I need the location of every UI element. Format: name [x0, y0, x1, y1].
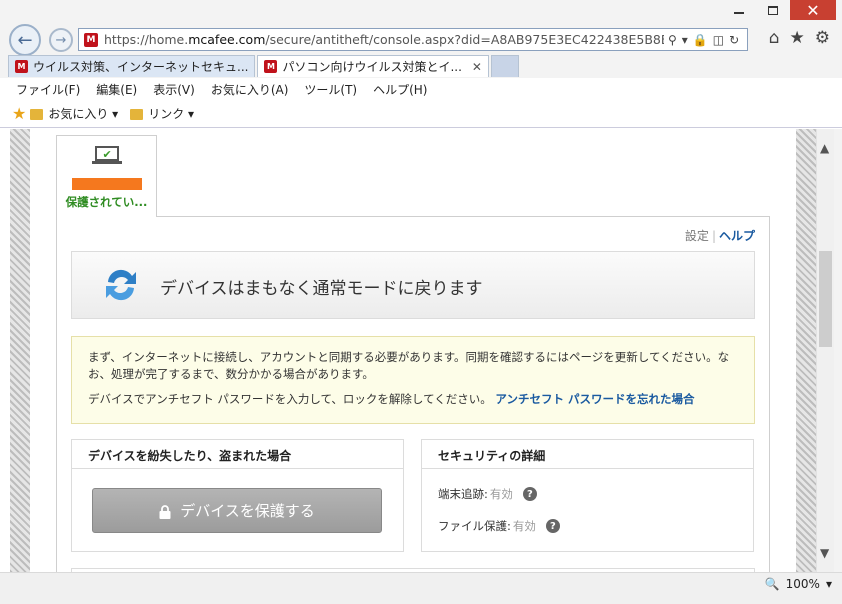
favorites-star-icon[interactable]: ★: [790, 28, 805, 48]
zoom-level: 100%: [785, 577, 820, 591]
notice-text-1: まず、インターネットに接続し、アカウントと同期する必要があります。同期を確認する…: [88, 350, 730, 381]
status-banner: デバイスはまもなく通常モードに戻ります: [71, 251, 755, 319]
favorites-bar: ★ お気に入り ▾ リンク ▾: [0, 100, 842, 128]
tab-2[interactable]: M パソコン向けウイルス対策とイ... ✕: [257, 55, 489, 77]
file-protect-label: ファイル保護:: [438, 519, 511, 533]
settings-link[interactable]: 設定: [685, 229, 709, 243]
menu-favorites[interactable]: お気に入り(A): [211, 81, 289, 98]
url-text[interactable]: https://home.mcafee.com/secure/antitheft…: [104, 32, 664, 47]
page-background-right: [796, 129, 816, 572]
tab-1[interactable]: M ウイルス対策、インターネットセキュ...: [8, 55, 256, 77]
home-icon[interactable]: ⌂: [769, 28, 780, 48]
chevron-down-icon: ▾: [825, 577, 832, 591]
device-name-redacted: [71, 178, 142, 190]
panel-links: 設定 | ヘルプ: [684, 229, 755, 243]
compat-view-icon[interactable]: ◫: [713, 33, 724, 47]
refresh-icon[interactable]: ↻: [729, 33, 739, 47]
file-protect-value: 有効: [512, 519, 536, 533]
close-window-button[interactable]: ✕: [790, 0, 836, 20]
device-tab[interactable]: ✔ 保護されてい...: [56, 135, 157, 217]
forward-button[interactable]: →: [49, 28, 73, 52]
antitheft-console: ✔ 保護されてい... 設定 | ヘルプ デバイスはまもなく通常モードに戻ります ま…: [30, 129, 796, 572]
new-tab-button[interactable]: [490, 55, 519, 77]
help-link[interactable]: ヘルプ: [719, 229, 755, 243]
close-tab-icon[interactable]: ✕: [472, 60, 482, 74]
scroll-thumb[interactable]: [819, 251, 832, 347]
vertical-scrollbar[interactable]: ▲ ▼: [816, 129, 834, 572]
address-bar[interactable]: M https://home.mcafee.com/secure/antithe…: [78, 28, 748, 51]
mcafee-site-icon: M: [84, 32, 98, 47]
zoom-control[interactable]: 🔍 100% ▾: [765, 577, 832, 591]
notice-text-2: デバイスでアンチセフト パスワードを入力して、ロックを解除してください。: [88, 392, 492, 406]
security-details-title: セキュリティの詳細: [422, 440, 753, 469]
page-background-left: [10, 129, 30, 572]
menu-edit[interactable]: 編集(E): [96, 81, 137, 98]
folder-icon: [30, 109, 44, 120]
tab-label: ウイルス対策、インターネットセキュ...: [33, 60, 249, 74]
menu-file[interactable]: ファイル(F): [16, 81, 80, 98]
question-icon[interactable]: ?: [545, 519, 560, 533]
mcafee-tab-icon: M: [15, 60, 28, 73]
menu-bar: ファイル(F) 編集(E) 表示(V) お気に入り(A) ツール(T) ヘルプ(…: [0, 78, 842, 100]
favorites-folder-label: お気に入り: [48, 107, 109, 121]
protect-device-label: デバイスを保護する: [180, 502, 315, 520]
maximize-button[interactable]: [756, 0, 790, 20]
gear-icon[interactable]: ⚙: [815, 28, 830, 48]
window-edge: [834, 129, 842, 572]
laptop-check-icon: ✔: [91, 146, 122, 166]
menu-tools[interactable]: ツール(T): [304, 81, 357, 98]
scroll-up-icon[interactable]: ▲: [820, 141, 829, 155]
tab-label: パソコン向けウイルス対策とイ...: [282, 60, 462, 74]
favorites-folder[interactable]: お気に入り ▾: [30, 105, 118, 122]
sync-notice: まず、インターネットに接続し、アカウントと同期する必要があります。同期を確認する…: [71, 336, 755, 424]
forgot-password-link[interactable]: アンチセフト パスワードを忘れた場合: [495, 392, 694, 406]
links-folder[interactable]: リンク ▾: [130, 105, 194, 122]
tracking-row: 端末追跡: 有効 ?: [438, 486, 537, 502]
sync-icon: [106, 269, 136, 301]
question-icon[interactable]: ?: [522, 487, 537, 501]
minimize-button[interactable]: [722, 0, 756, 20]
window-controls: ✕: [722, 0, 836, 22]
chevron-down-icon: ▾: [108, 106, 119, 121]
security-details-box: セキュリティの詳細 端末追跡: 有効 ? ファイル保護: 有効 ?: [421, 439, 754, 552]
zoom-icon: 🔍: [764, 577, 780, 591]
browser-chrome: ✕ ← → M https://home.mcafee.com/secure/a…: [0, 0, 842, 78]
device-status: 保護されてい...: [65, 195, 148, 209]
mcafee-tab-icon: M: [264, 60, 278, 73]
lock-icon: [159, 504, 171, 519]
back-button[interactable]: ←: [9, 24, 41, 56]
folder-icon: [130, 109, 144, 120]
lock-icon[interactable]: 🔒: [693, 33, 708, 47]
banner-title: デバイスはまもなく通常モードに戻ります: [160, 279, 483, 299]
scroll-down-icon[interactable]: ▼: [820, 546, 829, 560]
tracking-value: 有効: [489, 487, 513, 501]
device-panel: 設定 | ヘルプ デバイスはまもなく通常モードに戻ります まず、インターネットに接続…: [56, 216, 770, 572]
menu-view[interactable]: 表示(V): [153, 81, 195, 98]
lost-device-title: デバイスを紛失したり、盗まれた場合: [72, 440, 403, 469]
protect-device-button[interactable]: デバイスを保護する: [92, 488, 382, 533]
page-viewport: ✔ 保護されてい... 設定 | ヘルプ デバイスはまもなく通常モードに戻ります ま…: [0, 129, 816, 572]
dropdown-icon[interactable]: ▾: [682, 33, 688, 47]
chevron-down-icon: ▾: [184, 106, 195, 121]
links-folder-label: リンク: [148, 107, 185, 121]
add-favorite-star-icon[interactable]: ★: [12, 104, 26, 123]
status-bar: 🔍 100% ▾: [0, 572, 842, 604]
lost-device-box: デバイスを紛失したり、盗まれた場合 デバイスを保護する: [71, 439, 404, 552]
file-protect-row: ファイル保護: 有効 ?: [438, 518, 560, 534]
tab-strip: M ウイルス対策、インターネットセキュ... M パソコン向けウイルス対策とイ.…: [8, 55, 519, 78]
search-icon[interactable]: ⚲: [668, 33, 677, 47]
menu-help[interactable]: ヘルプ(H): [373, 81, 427, 98]
tracking-label: 端末追跡:: [438, 487, 488, 501]
